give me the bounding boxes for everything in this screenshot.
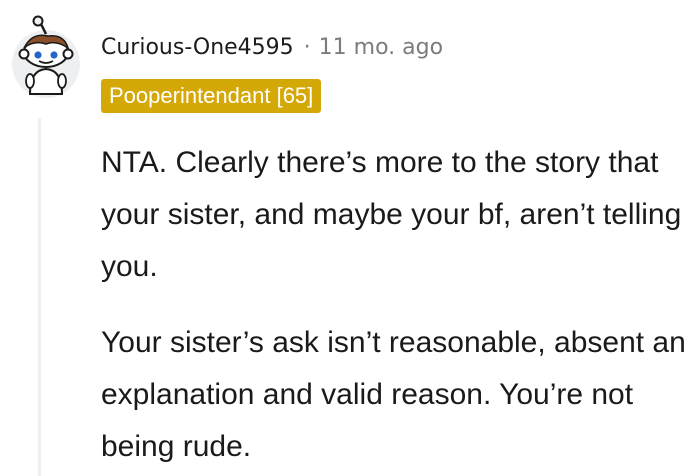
comment-paragraph: Your sister’s ask isn’t reasonable, abse… xyxy=(101,326,686,463)
meta-separator: · xyxy=(303,34,311,60)
user-avatar-icon[interactable] xyxy=(10,14,82,104)
comment-timestamp[interactable]: 11 mo. ago xyxy=(319,35,443,60)
comment-paragraph: NTA. Clearly there’s more to the story t… xyxy=(101,146,682,283)
comment-meta: Curious-One4595 · 11 mo. ago xyxy=(101,30,443,64)
comment-body: NTA. Clearly there’s more to the story t… xyxy=(101,137,697,473)
snoo-avatar-icon xyxy=(12,15,80,98)
author-username[interactable]: Curious-One4595 xyxy=(101,35,294,60)
user-flair-badge: Pooperintendant [65] xyxy=(101,79,322,113)
comment: Curious-One4595 · 11 mo. ago Pooperinten… xyxy=(0,0,700,476)
thread-collapse-line[interactable] xyxy=(38,118,41,476)
